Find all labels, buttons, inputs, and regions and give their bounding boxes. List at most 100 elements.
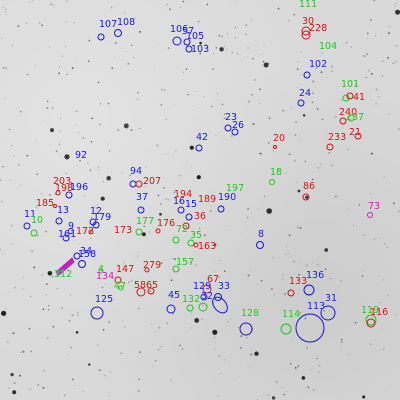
marker-133[interactable]	[287, 289, 295, 297]
marker-73[interactable]	[367, 212, 373, 218]
star	[48, 308, 50, 311]
marker-176[interactable]	[155, 228, 161, 234]
marker-16[interactable]	[177, 206, 185, 214]
star	[340, 346, 343, 348]
star	[90, 237, 92, 239]
star	[4, 97, 6, 99]
star	[70, 346, 73, 349]
star	[167, 321, 168, 323]
star	[248, 98, 250, 100]
marker-42[interactable]	[195, 144, 203, 152]
marker-24[interactable]	[297, 99, 305, 107]
star	[100, 196, 105, 201]
label-279: 279	[143, 260, 161, 271]
marker-72[interactable]	[172, 236, 180, 244]
star	[196, 175, 201, 180]
marker-107[interactable]	[97, 33, 105, 41]
marker-8[interactable]	[256, 241, 264, 249]
star	[185, 68, 188, 70]
star	[64, 154, 70, 160]
star	[301, 376, 306, 380]
marker-233[interactable]	[326, 143, 334, 151]
star	[154, 359, 157, 362]
star	[130, 129, 133, 131]
star	[190, 165, 192, 167]
star	[271, 396, 276, 400]
marker-102[interactable]	[303, 71, 311, 79]
marker-177[interactable]	[135, 228, 143, 236]
marker-113[interactable]	[295, 313, 325, 343]
star	[216, 93, 218, 95]
star	[247, 207, 250, 210]
marker-18[interactable]	[269, 179, 275, 185]
marker-10[interactable]	[30, 229, 38, 237]
star	[1, 310, 7, 316]
star	[266, 208, 273, 214]
marker-13[interactable]	[55, 217, 63, 225]
marker-158[interactable]	[78, 260, 86, 268]
star	[394, 3, 396, 5]
star	[271, 288, 273, 290]
star	[286, 390, 288, 392]
star	[191, 311, 193, 313]
marker-18b[interactable]	[239, 322, 253, 336]
marker-45[interactable]	[166, 304, 176, 314]
star	[164, 153, 166, 155]
star	[138, 127, 141, 130]
marker-11[interactable]	[23, 222, 31, 230]
star	[240, 335, 243, 338]
star	[58, 143, 61, 145]
marker-125[interactable]	[90, 306, 104, 320]
star	[55, 150, 58, 153]
star	[87, 162, 89, 164]
star	[317, 167, 319, 169]
marker-190[interactable]	[217, 205, 225, 213]
star	[383, 348, 385, 350]
star	[213, 270, 215, 272]
marker-128[interactable]	[198, 302, 208, 312]
marker-108[interactable]	[114, 29, 122, 37]
marker-37[interactable]	[137, 206, 145, 214]
star	[97, 344, 99, 346]
star	[41, 24, 44, 27]
label-42: 42	[196, 132, 208, 143]
star	[9, 128, 11, 131]
star	[375, 103, 377, 105]
star	[215, 134, 217, 136]
star	[388, 26, 390, 28]
star	[131, 44, 133, 46]
star	[398, 210, 400, 212]
star	[393, 202, 395, 205]
star	[384, 243, 386, 245]
star	[175, 150, 177, 152]
label-172: 172	[76, 226, 94, 237]
star	[165, 118, 167, 121]
star	[297, 189, 301, 193]
star	[312, 389, 315, 391]
marker-15[interactable]	[185, 213, 193, 221]
star	[260, 53, 262, 55]
marker-114[interactable]	[280, 323, 292, 335]
star	[321, 118, 324, 121]
star	[219, 47, 224, 52]
star	[13, 382, 16, 385]
marker-94[interactable]	[129, 180, 137, 188]
star	[195, 264, 197, 266]
marker-207[interactable]	[135, 180, 143, 188]
star	[311, 92, 314, 94]
marker-116[interactable]	[366, 318, 376, 328]
star	[197, 107, 199, 109]
marker-20[interactable]	[273, 145, 277, 149]
star	[321, 52, 323, 54]
star	[347, 148, 349, 151]
star	[59, 117, 61, 119]
marker-106[interactable]	[172, 36, 182, 46]
star	[254, 79, 256, 81]
star	[322, 35, 324, 37]
marker-23[interactable]	[224, 124, 232, 132]
label-58: 58	[134, 280, 146, 291]
label-24: 24	[299, 88, 311, 99]
label-8: 8	[258, 229, 264, 240]
marker-132[interactable]	[186, 304, 194, 312]
star	[77, 312, 79, 314]
